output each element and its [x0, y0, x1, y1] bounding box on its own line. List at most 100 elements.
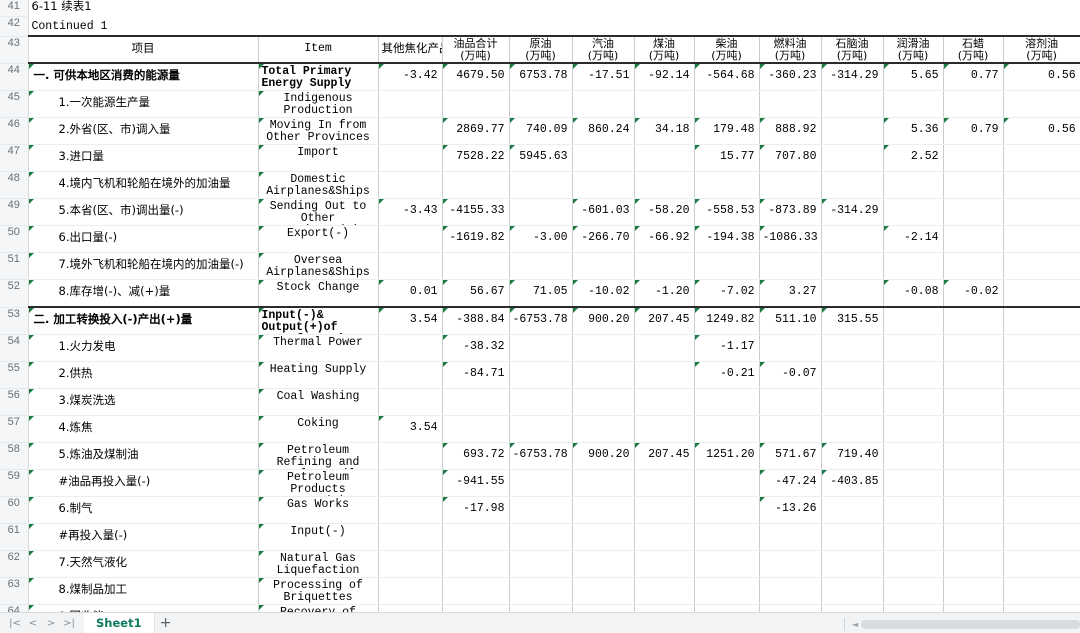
data-cell[interactable] [634, 90, 695, 118]
data-cell[interactable]: 693.72 [442, 442, 510, 470]
data-cell[interactable] [821, 144, 884, 172]
row-header-58[interactable]: 58 [0, 442, 29, 470]
data-cell[interactable]: -3.42 [378, 62, 443, 91]
data-cell[interactable] [634, 171, 695, 199]
data-cell[interactable] [572, 388, 635, 416]
data-cell[interactable] [572, 550, 635, 578]
data-cell[interactable] [378, 252, 443, 280]
data-cell[interactable] [509, 550, 573, 578]
data-cell[interactable]: -601.03 [572, 198, 635, 226]
data-cell[interactable] [821, 252, 884, 280]
data-cell[interactable]: -266.70 [572, 225, 635, 253]
data-cell[interactable] [1003, 469, 1080, 497]
data-cell[interactable] [694, 577, 760, 605]
row-header-48[interactable]: 48 [0, 171, 29, 199]
data-cell[interactable]: -38.32 [442, 334, 510, 362]
row-header-50[interactable]: 50 [0, 225, 29, 253]
data-cell[interactable] [378, 442, 443, 470]
data-cell[interactable] [572, 144, 635, 172]
data-cell[interactable]: 707.80 [759, 144, 822, 172]
data-cell[interactable]: 0.01 [378, 279, 443, 308]
data-cell[interactable] [943, 144, 1004, 172]
data-cell[interactable] [378, 144, 443, 172]
item-label-en[interactable]: Total Primary Energy Supply [258, 62, 379, 91]
data-cell[interactable] [1003, 496, 1080, 524]
item-label-en[interactable]: Coal Washing [258, 388, 379, 416]
data-cell[interactable]: -66.92 [634, 225, 695, 253]
data-cell[interactable]: -314.29 [821, 198, 884, 226]
table-row[interactable]: 56 3.煤炭洗选 Coal Washing [0, 388, 1080, 416]
data-cell[interactable] [442, 550, 510, 578]
item-label-en[interactable]: Petroleum Refining and Coal-to-Oil [258, 442, 379, 470]
item-label-zh[interactable]: 9.回收能 [27, 604, 259, 612]
data-cell[interactable]: -564.68 [694, 62, 760, 91]
item-label-zh[interactable]: 二. 加工转换投入(-)产出(+)量 [27, 306, 259, 335]
row-header-49[interactable]: 49 [0, 198, 29, 226]
data-cell[interactable] [883, 388, 944, 416]
data-cell[interactable]: -1086.33 [759, 225, 822, 253]
data-cell[interactable] [943, 198, 1004, 226]
item-label-en[interactable]: Natural Gas Liquefaction [258, 550, 379, 578]
data-cell[interactable]: 6753.78 [509, 62, 573, 91]
item-label-zh[interactable]: #油品再投入量(-) [27, 469, 259, 497]
data-cell[interactable]: -10.02 [572, 279, 635, 308]
data-cell[interactable] [378, 550, 443, 578]
data-cell[interactable]: 34.18 [634, 117, 695, 145]
data-cell[interactable] [943, 523, 1004, 551]
row-header-46[interactable]: 46 [0, 117, 29, 145]
add-sheet-button[interactable]: + [155, 613, 177, 633]
scroll-left-arrow[interactable]: ◄ [849, 620, 861, 629]
last-sheet-button[interactable]: >| [60, 614, 78, 632]
data-cell[interactable] [883, 523, 944, 551]
data-cell[interactable]: 900.20 [572, 442, 635, 470]
data-cell[interactable]: 860.24 [572, 117, 635, 145]
data-cell[interactable] [634, 388, 695, 416]
data-cell[interactable] [378, 334, 443, 362]
data-cell[interactable] [634, 550, 695, 578]
data-cell[interactable] [943, 171, 1004, 199]
data-cell[interactable] [821, 90, 884, 118]
item-label-en[interactable]: Import [258, 144, 379, 172]
data-cell[interactable] [1003, 171, 1080, 199]
item-label-en[interactable]: Domestic Airplanes&Ships [258, 171, 379, 199]
data-cell[interactable] [572, 361, 635, 389]
data-cell[interactable] [634, 415, 695, 443]
data-cell[interactable]: 179.48 [694, 117, 760, 145]
data-cell[interactable] [572, 577, 635, 605]
data-cell[interactable] [572, 604, 635, 612]
data-cell[interactable] [943, 604, 1004, 612]
table-row[interactable]: 43 项目 Item 其他焦化产品油品合计 (万吨) 原油 (万吨) 汽油 (万吨) 煤油 … [0, 36, 1080, 64]
data-cell[interactable] [759, 415, 822, 443]
item-label-zh[interactable]: 一. 可供本地区消费的能源量 [27, 62, 259, 91]
data-cell[interactable] [509, 334, 573, 362]
data-cell[interactable]: 900.20 [572, 306, 635, 335]
data-cell[interactable]: -17.98 [442, 496, 510, 524]
data-cell[interactable] [1003, 577, 1080, 605]
data-cell[interactable]: 3.27 [759, 279, 822, 308]
data-cell[interactable] [943, 361, 1004, 389]
data-cell[interactable] [572, 90, 635, 118]
data-cell[interactable] [694, 90, 760, 118]
data-cell[interactable] [442, 577, 510, 605]
item-label-en[interactable]: Thermal Power [258, 334, 379, 362]
data-cell[interactable] [1003, 415, 1080, 443]
data-cell[interactable]: 15.77 [694, 144, 760, 172]
data-cell[interactable] [883, 469, 944, 497]
data-cell[interactable] [378, 496, 443, 524]
item-label-zh[interactable]: 1.火力发电 [27, 334, 259, 362]
data-cell[interactable] [1003, 334, 1080, 362]
table-row[interactable]: 44 一. 可供本地区消费的能源量 Total Primary Energy Sup… [0, 62, 1080, 91]
data-cell[interactable] [442, 90, 510, 118]
data-cell[interactable] [694, 415, 760, 443]
data-cell[interactable] [572, 523, 635, 551]
data-cell[interactable] [943, 252, 1004, 280]
table-row[interactable]: 59 #油品再投入量(-) Petroleum Products Input(-) -… [0, 469, 1080, 497]
data-cell[interactable] [1003, 144, 1080, 172]
data-cell[interactable] [694, 388, 760, 416]
data-cell[interactable]: -3.00 [509, 225, 573, 253]
data-cell[interactable] [759, 604, 822, 612]
item-label-zh[interactable]: 1.一次能源生产量 [27, 90, 259, 118]
data-cell[interactable] [1003, 442, 1080, 470]
data-cell[interactable] [883, 252, 944, 280]
item-label-en[interactable]: Petroleum Products Input(-) [258, 469, 379, 497]
